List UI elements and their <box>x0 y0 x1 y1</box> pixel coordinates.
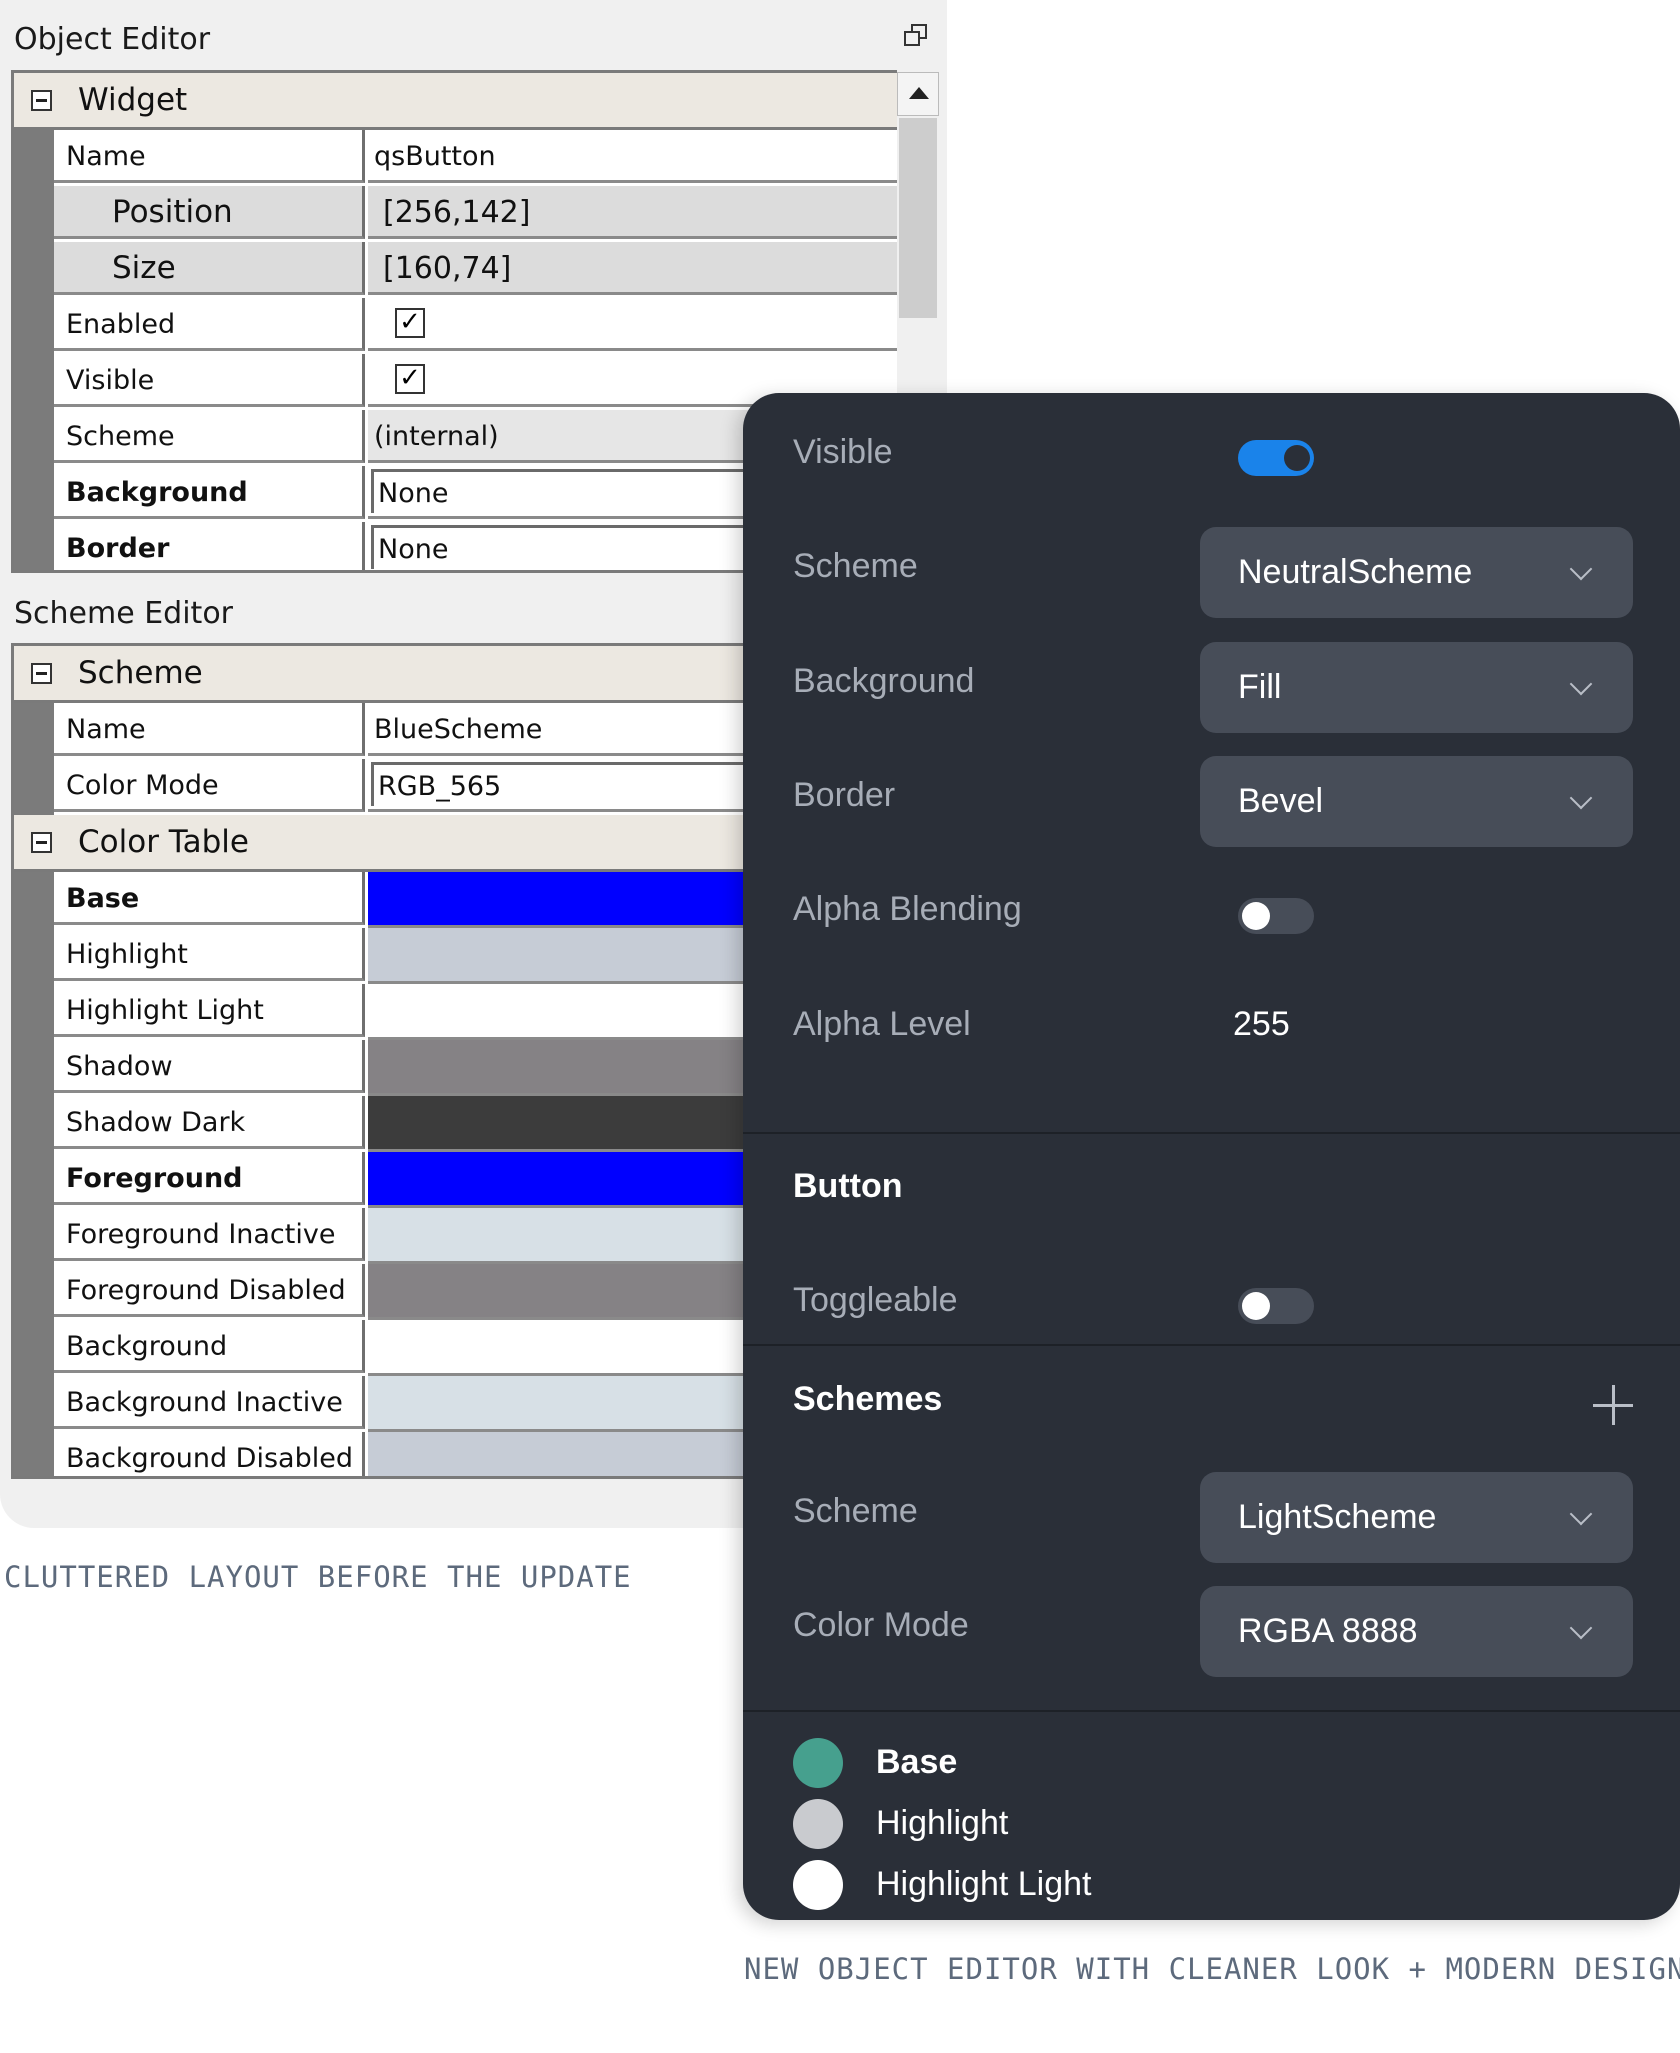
name-value[interactable]: qsButton <box>368 130 897 183</box>
color-label: Base <box>54 872 365 925</box>
color-label: Foreground <box>54 1152 365 1205</box>
visible-toggle[interactable] <box>1238 440 1314 476</box>
background-label: Background <box>793 662 975 700</box>
collapse-icon[interactable] <box>31 832 52 853</box>
scheme-name-label: Name <box>54 703 365 756</box>
chevron-down-icon <box>1569 672 1593 696</box>
border-label: Border <box>793 776 896 814</box>
divider <box>743 1132 1680 1134</box>
color-mode-label: Color Mode <box>54 759 365 812</box>
visible-checkbox[interactable]: ✓ <box>395 364 425 394</box>
alpha-blending-label: Alpha Blending <box>793 890 1022 928</box>
color-mode-dropdown-value: RGBA 8888 <box>1238 1612 1418 1650</box>
before-caption: CLUTTERED LAYOUT BEFORE THE UPDATE <box>4 1560 632 1594</box>
toggleable-toggle[interactable] <box>1238 1288 1314 1324</box>
row-size: Size [160,74] <box>14 242 897 298</box>
chevron-down-icon <box>1569 786 1593 810</box>
schemes-scheme-dropdown[interactable]: LightScheme <box>1200 1472 1633 1563</box>
toggleable-label: Toggleable <box>793 1281 958 1319</box>
schemes-scheme-label: Scheme <box>793 1492 918 1530</box>
scheme-dropdown-value: NeutralScheme <box>1238 553 1473 591</box>
color-table-group-label: Color Table <box>78 824 249 860</box>
scroll-up-icon[interactable] <box>897 72 939 116</box>
size-label[interactable]: Size <box>54 242 365 295</box>
chevron-down-icon <box>1569 1502 1593 1526</box>
scheme-editor-title: Scheme Editor <box>14 596 234 631</box>
alpha-level-value[interactable]: 255 <box>1233 1005 1290 1044</box>
row-name: Name qsButton <box>14 130 897 186</box>
color-swatch-dot[interactable] <box>793 1738 843 1788</box>
color-mode-dropdown[interactable]: RGBA 8888 <box>1200 1586 1633 1677</box>
border-dropdown[interactable]: Bevel <box>1200 756 1633 847</box>
schemes-scheme-dropdown-value: LightScheme <box>1238 1498 1437 1536</box>
scheme-label: Scheme <box>793 547 918 585</box>
toggle-knob <box>1242 1292 1270 1320</box>
color-label: Foreground Inactive <box>54 1208 365 1261</box>
visible-label: Visible <box>54 354 365 407</box>
enabled-label: Enabled <box>54 298 365 351</box>
color-swatch-dot[interactable] <box>793 1860 843 1910</box>
size-value[interactable]: [160,74] <box>368 242 897 295</box>
scheme-label: Scheme <box>54 410 365 463</box>
color-mode-label: Color Mode <box>793 1606 969 1644</box>
restore-window-icon[interactable] <box>904 24 927 46</box>
background-dropdown[interactable]: Fill <box>1200 642 1633 733</box>
scheme-dropdown[interactable]: NeutralScheme <box>1200 527 1633 618</box>
row-enabled: Enabled ✓ <box>14 298 897 354</box>
row-position: Position [256,142] <box>14 186 897 242</box>
color-label: Highlight <box>54 928 365 981</box>
color-label: Shadow Dark <box>54 1096 365 1149</box>
color-label: Background Disabled <box>54 1432 365 1476</box>
color-label: Highlight Light <box>876 1865 1092 1903</box>
scheme-group-label: Scheme <box>78 655 203 691</box>
color-label: Base <box>876 1743 958 1781</box>
collapse-icon[interactable] <box>31 663 52 684</box>
collapse-icon[interactable] <box>31 90 52 111</box>
name-label: Name <box>54 130 365 183</box>
border-label: Border <box>54 522 365 570</box>
color-label: Highlight <box>876 1804 1009 1842</box>
enabled-checkbox[interactable]: ✓ <box>395 308 425 338</box>
toggle-knob <box>1284 445 1310 471</box>
schemes-section-title: Schemes <box>793 1380 943 1418</box>
color-label: Background <box>54 1320 365 1373</box>
position-label[interactable]: Position <box>54 186 365 239</box>
color-label: Highlight Light <box>54 984 365 1037</box>
after-caption: NEW OBJECT EDITOR WITH CLEANER LOOK + MO… <box>744 1952 1680 1986</box>
color-label: Foreground Disabled <box>54 1264 365 1317</box>
background-dropdown-value: Fill <box>1238 668 1282 706</box>
background-label: Background <box>54 466 365 519</box>
border-dropdown-value: Bevel <box>1238 782 1324 820</box>
widget-group-header[interactable]: Widget <box>14 73 897 130</box>
position-value[interactable]: [256,142] <box>368 186 897 239</box>
chevron-down-icon <box>1569 1616 1593 1640</box>
widget-group-label: Widget <box>78 82 188 118</box>
object-editor-title: Object Editor <box>14 22 211 57</box>
toggle-knob <box>1242 902 1270 930</box>
color-swatch-dot[interactable] <box>793 1799 843 1849</box>
scroll-thumb[interactable] <box>899 118 937 318</box>
divider <box>743 1344 1680 1346</box>
plus-icon[interactable] <box>1593 1385 1633 1425</box>
new-object-editor: Visible Scheme NeutralScheme Background … <box>743 393 1680 1920</box>
divider <box>743 1710 1680 1712</box>
visible-label: Visible <box>793 433 893 471</box>
button-section-title: Button <box>793 1167 903 1205</box>
color-label: Shadow <box>54 1040 365 1093</box>
alpha-blending-toggle[interactable] <box>1238 898 1314 934</box>
color-label: Background Inactive <box>54 1376 365 1429</box>
chevron-down-icon <box>1569 557 1593 581</box>
enabled-value: ✓ <box>368 298 897 351</box>
alpha-level-label: Alpha Level <box>793 1005 971 1043</box>
